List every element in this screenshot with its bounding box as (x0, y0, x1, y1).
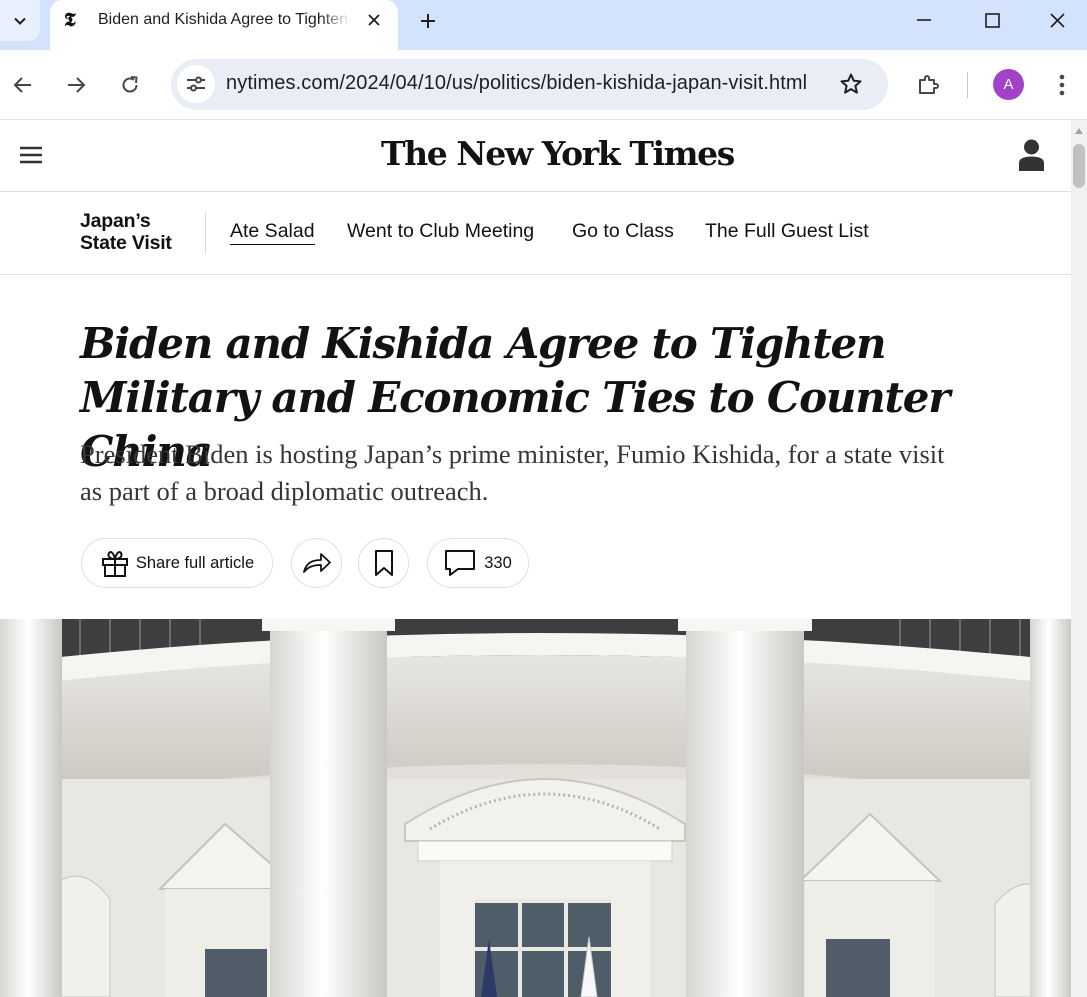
tune-icon (187, 76, 205, 92)
article-summary: President Biden is hosting Japan’s prime… (80, 439, 945, 506)
comment-icon (445, 550, 476, 576)
plus-icon (421, 14, 435, 28)
share-label: Share full article (135, 553, 255, 572)
arrow-right-icon (68, 77, 86, 93)
page-scrollbar[interactable] (1071, 120, 1087, 997)
masthead: The New York Times (0, 120, 1071, 192)
more-vertical-icon (1059, 74, 1065, 96)
bookmark-icon (374, 550, 393, 576)
tab-strip: 𝕿 Biden and Kishida Agree to Tighten Mil… (0, 0, 1087, 50)
comments-button[interactable]: 330 (427, 538, 529, 588)
account-button[interactable] (1018, 138, 1045, 172)
puzzle-icon (919, 75, 939, 94)
white-house-photo (0, 619, 1071, 997)
tab-search-button[interactable] (0, 0, 40, 41)
share-arrow-icon (302, 553, 331, 573)
series-nav: Japan’s State Visit Ate Salad Went to Cl… (0, 192, 1071, 275)
extensions-button[interactable] (911, 68, 945, 102)
url-text[interactable]: nytimes.com/2024/04/10/us/politics/biden… (226, 72, 834, 95)
series-nav-divider (205, 211, 206, 254)
nyt-t-icon: 𝕿 (64, 9, 76, 31)
site-info-button[interactable] (177, 65, 215, 103)
series-link-ate-salad[interactable]: Ate Salad (230, 220, 315, 245)
close-icon (368, 14, 380, 26)
share-button[interactable] (291, 538, 342, 588)
series-link-go-to-class[interactable]: Go to Class (572, 220, 674, 243)
arrow-left-icon (13, 77, 31, 93)
minimize-icon (917, 19, 931, 21)
series-link-guest-list[interactable]: The Full Guest List (705, 220, 869, 243)
forward-button[interactable] (59, 68, 93, 102)
maximize-button[interactable] (958, 0, 1026, 40)
tab-title: Biden and Kishida Agree to Tighten Milit… (98, 11, 350, 28)
page-content: The New York Times Japan’s State Visit A… (0, 120, 1071, 997)
minimize-button[interactable] (890, 0, 958, 40)
gift-icon (101, 551, 128, 577)
profile-avatar[interactable]: A (993, 69, 1024, 100)
lead-image (0, 619, 1071, 997)
address-bar[interactable]: nytimes.com/2024/04/10/us/politics/biden… (171, 59, 888, 110)
hamburger-icon (20, 146, 42, 164)
nyt-logo[interactable]: The New York Times (381, 134, 735, 173)
user-icon (1019, 139, 1044, 171)
browser-menu-button[interactable] (1045, 68, 1079, 102)
maximize-icon (984, 12, 1000, 28)
reload-icon (122, 76, 138, 93)
toolbar-divider (967, 72, 968, 98)
comments-count: 330 (484, 553, 512, 572)
series-title[interactable]: Japan’s State Visit (80, 210, 200, 254)
save-article-button[interactable] (358, 538, 409, 588)
scroll-up-arrow-icon[interactable] (1075, 128, 1083, 134)
browser-toolbar: nytimes.com/2024/04/10/us/politics/biden… (0, 50, 1087, 120)
menu-button[interactable] (20, 146, 42, 164)
browser-tab[interactable]: 𝕿 Biden and Kishida Agree to Tighten Mil… (50, 0, 398, 50)
close-icon (1049, 12, 1065, 28)
close-window-button[interactable] (1027, 0, 1087, 40)
chevron-down-icon (14, 17, 26, 25)
tab-close-button[interactable] (362, 8, 386, 32)
new-tab-button[interactable] (414, 7, 442, 35)
back-button[interactable] (6, 68, 40, 102)
share-full-article-button[interactable]: Share full article (81, 538, 273, 588)
scroll-thumb[interactable] (1073, 144, 1085, 188)
reload-button[interactable] (113, 68, 147, 102)
series-link-club-meeting[interactable]: Went to Club Meeting (347, 220, 534, 243)
star-icon (840, 73, 862, 94)
bookmark-star-button[interactable] (837, 70, 865, 98)
